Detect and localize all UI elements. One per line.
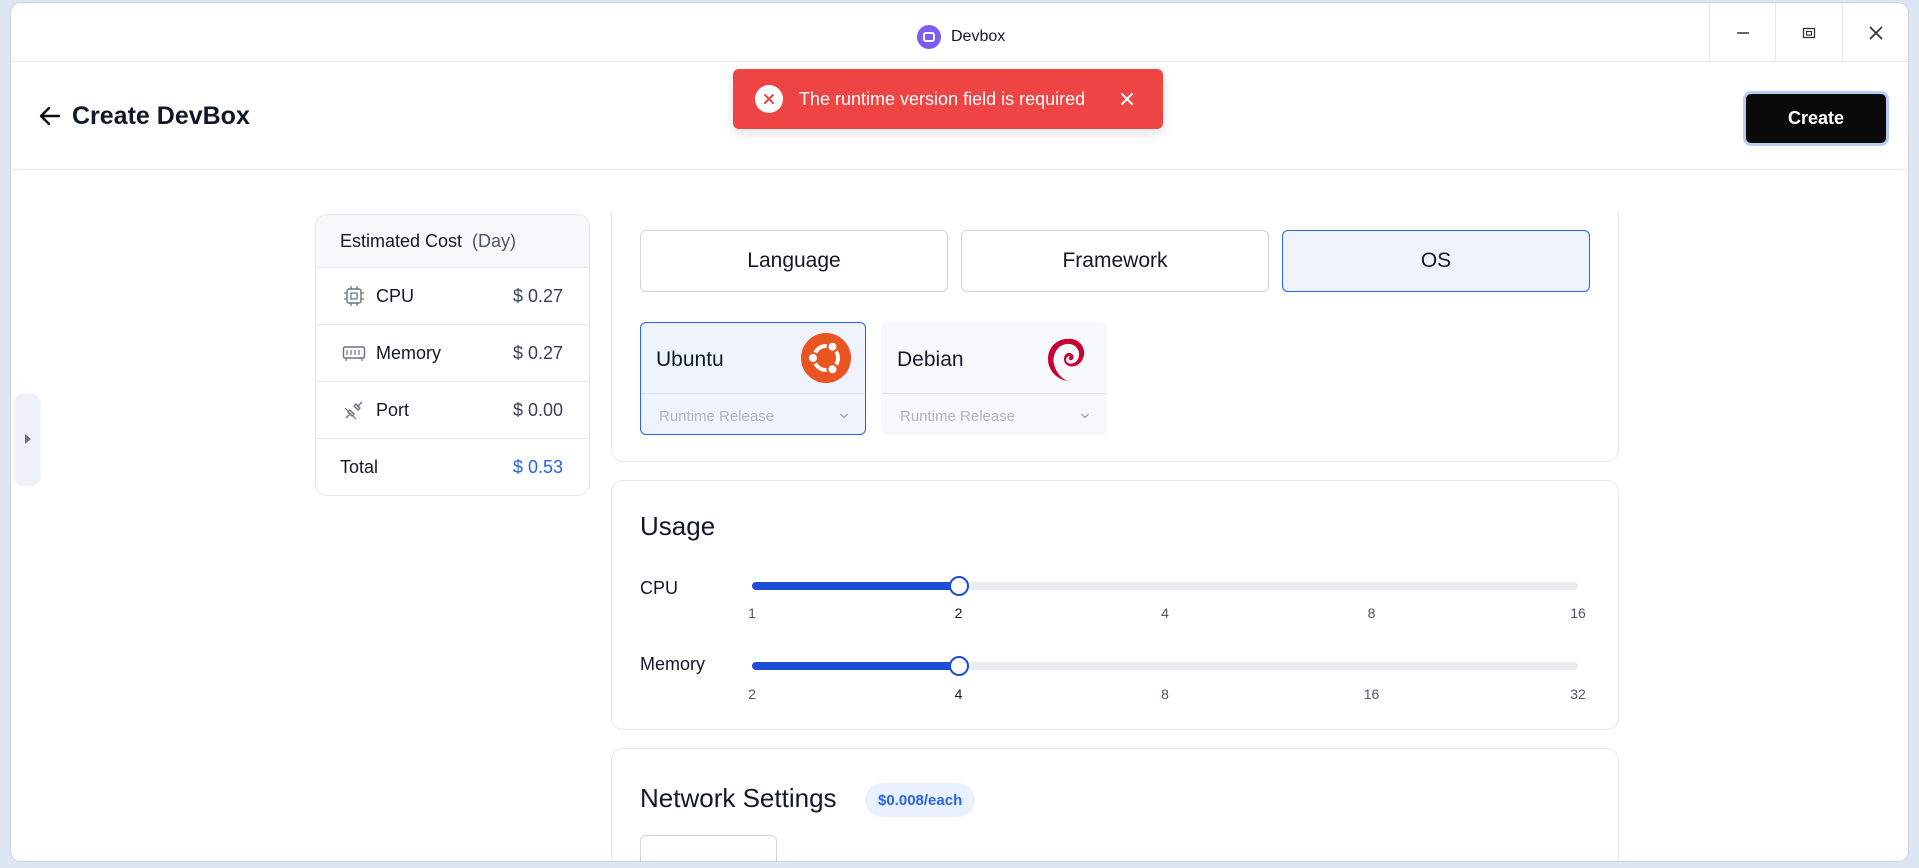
cpu-tick: 8 bbox=[1367, 605, 1376, 621]
app-window: Devbox Create DevBox Create Estimated Co… bbox=[11, 3, 1908, 861]
cost-row-memory: Memory $ 0.27 bbox=[316, 325, 589, 382]
back-button[interactable] bbox=[37, 103, 63, 129]
tab-os[interactable]: OS bbox=[1282, 230, 1590, 292]
cost-row-value: $ 0.27 bbox=[512, 342, 563, 363]
debian-logo-icon bbox=[1048, 338, 1085, 381]
runtime-release-placeholder: Runtime Release bbox=[900, 407, 1016, 425]
estimated-cost-card: Estimated Cost (Day) CPU $ 0.27 Memory $… bbox=[315, 214, 590, 496]
tab-framework[interactable]: Framework bbox=[961, 230, 1269, 292]
cost-title: Estimated Cost bbox=[340, 230, 463, 251]
cost-row-value: $ 0.00 bbox=[512, 399, 563, 420]
app-title-label: Devbox bbox=[951, 28, 1006, 45]
cpu-slider-label: CPU bbox=[640, 578, 679, 598]
page-title: Create DevBox bbox=[72, 102, 250, 130]
memory-slider-fill bbox=[752, 662, 959, 670]
os-name: Debian bbox=[897, 348, 964, 371]
price-badge: $0.008/each bbox=[865, 783, 976, 817]
app-title: Devbox bbox=[917, 25, 1005, 49]
os-option-ubuntu[interactable]: Ubuntu Runtime Release bbox=[640, 322, 866, 435]
os-option-debian[interactable]: Debian Runtime Release bbox=[881, 322, 1107, 435]
sidebar-toggle[interactable] bbox=[15, 394, 40, 484]
port-icon bbox=[342, 398, 366, 422]
memory-tick: 32 bbox=[1570, 686, 1586, 702]
memory-tick: 2 bbox=[748, 686, 756, 702]
memory-slider[interactable] bbox=[752, 656, 1578, 676]
minimize-icon bbox=[1736, 31, 1749, 34]
network-port-input[interactable] bbox=[640, 835, 777, 861]
cpu-tick: 16 bbox=[1570, 605, 1586, 621]
close-icon bbox=[1121, 93, 1133, 105]
memory-slider-thumb[interactable] bbox=[948, 656, 969, 676]
runtime-card: Language Framework OS Ubuntu Runtime Rel… bbox=[611, 212, 1619, 462]
create-button[interactable]: Create bbox=[1743, 91, 1889, 146]
minimize-button[interactable] bbox=[1709, 3, 1775, 62]
devbox-logo-icon bbox=[917, 25, 941, 49]
divider bbox=[641, 393, 865, 394]
memory-tick: 8 bbox=[1161, 686, 1169, 702]
cpu-tick: 2 bbox=[954, 605, 963, 621]
network-settings-title: Network Settings bbox=[640, 783, 837, 813]
cost-row-label: Memory bbox=[376, 342, 442, 363]
toast-message: The runtime version field is required bbox=[799, 88, 1086, 109]
runtime-release-select[interactable]: Runtime Release bbox=[900, 403, 1090, 429]
cpu-slider[interactable] bbox=[752, 576, 1578, 596]
runtime-tabs: Language Framework OS bbox=[640, 230, 1590, 292]
tab-language[interactable]: Language bbox=[640, 230, 948, 292]
error-toast: The runtime version field is required bbox=[733, 69, 1163, 129]
cpu-icon bbox=[342, 284, 366, 308]
close-window-button[interactable] bbox=[1842, 3, 1908, 62]
chevron-down-icon bbox=[840, 413, 848, 419]
os-name: Ubuntu bbox=[656, 348, 724, 371]
cpu-tick: 4 bbox=[1161, 605, 1169, 621]
memory-icon bbox=[342, 341, 366, 365]
cost-row-total: Total $ 0.53 bbox=[316, 439, 589, 495]
cost-unit: (Day) bbox=[472, 230, 517, 251]
caret-right-icon bbox=[24, 434, 31, 444]
cost-row-value: $ 0.27 bbox=[512, 285, 563, 306]
cpu-slider-fill bbox=[752, 582, 959, 590]
chevron-down-icon bbox=[1081, 413, 1089, 419]
maximize-button[interactable] bbox=[1775, 3, 1841, 62]
memory-slider-label: Memory bbox=[640, 654, 706, 674]
memory-tick: 4 bbox=[954, 686, 963, 702]
cost-total-value: $ 0.53 bbox=[512, 457, 563, 477]
cost-total-label: Total bbox=[340, 457, 379, 477]
cost-row-label: CPU bbox=[376, 285, 415, 306]
ubuntu-logo-icon bbox=[801, 333, 851, 383]
error-circle-icon bbox=[755, 85, 783, 113]
cpu-slider-thumb[interactable] bbox=[948, 576, 969, 596]
cost-row-cpu: CPU $ 0.27 bbox=[316, 268, 589, 325]
usage-card: Usage CPU 1 2 4 8 16 Memory 2 4 8 16 32 bbox=[611, 480, 1619, 730]
memory-tick: 16 bbox=[1363, 686, 1380, 702]
cost-header: Estimated Cost (Day) bbox=[316, 215, 589, 268]
runtime-release-select[interactable]: Runtime Release bbox=[659, 403, 849, 429]
toast-close-button[interactable] bbox=[1117, 89, 1137, 109]
close-icon bbox=[1868, 25, 1883, 40]
cost-row-label: Port bbox=[376, 399, 410, 420]
os-options: Ubuntu Runtime Release Debian Runtime Re… bbox=[640, 322, 1107, 435]
cpu-tick: 1 bbox=[748, 605, 756, 621]
restore-icon bbox=[1802, 27, 1815, 38]
usage-title: Usage bbox=[640, 511, 716, 541]
network-settings-card: Network Settings $0.008/each bbox=[611, 748, 1619, 861]
title-bar: Devbox bbox=[11, 3, 1908, 62]
runtime-release-placeholder: Runtime Release bbox=[659, 407, 775, 425]
divider bbox=[882, 393, 1106, 394]
arrow-left-icon bbox=[39, 106, 61, 126]
cost-row-port: Port $ 0.00 bbox=[316, 382, 589, 439]
